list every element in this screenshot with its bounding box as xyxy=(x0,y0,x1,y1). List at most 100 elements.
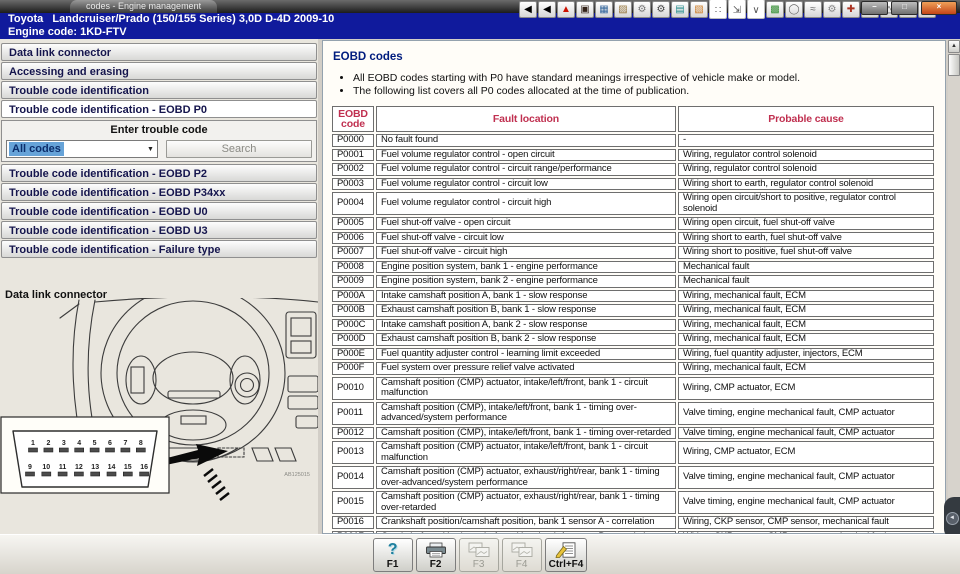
gearbox-icon[interactable]: ⚙ xyxy=(823,1,841,18)
svg-text:14: 14 xyxy=(108,464,116,471)
f3-images-button: F3 xyxy=(459,538,499,572)
table-row: P000BExhaust camshaft position B, bank 1… xyxy=(332,304,934,317)
column-header-cause: Probable cause xyxy=(678,106,934,132)
table-row: P0003Fuel volume regulator control - cir… xyxy=(332,178,934,191)
svg-text:7: 7 xyxy=(123,440,127,447)
table-row: P000DExhaust camshaft position B, bank 2… xyxy=(332,333,934,346)
table-header-row: EOBD code Fault location Probable cause xyxy=(332,106,934,132)
maximize-button[interactable]: □ xyxy=(891,1,918,15)
sidebar-item[interactable]: Trouble code identification - Failure ty… xyxy=(1,240,317,258)
f1-help-button[interactable]: ? F1 xyxy=(373,538,413,572)
expand-icon[interactable]: ⇲ xyxy=(728,0,746,19)
svg-text:3: 3 xyxy=(62,440,66,447)
table-row: P0012Camshaft position (CMP), intake/lef… xyxy=(332,427,934,440)
scrollbar-thumb[interactable] xyxy=(948,54,960,76)
nav-first-icon[interactable]: ◀ xyxy=(519,1,537,18)
chevron-down-icon[interactable]: ∨ xyxy=(747,0,765,19)
vertical-scrollbar[interactable]: ▲ xyxy=(948,40,960,534)
oval-icon[interactable]: ◯ xyxy=(785,1,803,18)
minimize-button[interactable]: – xyxy=(861,1,888,15)
code-dropdown[interactable]: All codes ▼ xyxy=(6,140,158,158)
table-row: P0008Engine position system, bank 1 - en… xyxy=(332,261,934,274)
collapse-arrow-icon: ◄ xyxy=(946,512,959,525)
column-header-fault: Fault location xyxy=(376,106,676,132)
svg-text:15: 15 xyxy=(124,464,132,471)
search-panel-title: Enter trouble code xyxy=(4,124,314,136)
hazard-icon[interactable]: ▲ xyxy=(557,1,575,18)
svg-text:10: 10 xyxy=(42,464,50,471)
f2-print-button[interactable]: F2 xyxy=(416,538,456,572)
table-row: P0004Fuel volume regulator control - cir… xyxy=(332,192,934,215)
svg-text:6: 6 xyxy=(108,440,112,447)
dropdown-arrow-icon[interactable]: ▼ xyxy=(144,146,157,153)
svg-text:2: 2 xyxy=(46,440,50,447)
engine-code: Engine code: 1KD-FTV xyxy=(0,26,960,39)
svg-text:5: 5 xyxy=(93,440,97,447)
sidebar-item[interactable]: Trouble code identification - EOBD P2 xyxy=(1,164,317,182)
table-row: P0001Fuel volume regulator control - ope… xyxy=(332,149,934,162)
svg-text:16: 16 xyxy=(140,464,148,471)
svg-text:9: 9 xyxy=(28,464,32,471)
pictures-icon xyxy=(467,541,491,559)
table-row: P0009Engine position system, bank 2 - en… xyxy=(332,275,934,288)
sidebar-item[interactable]: Accessing and erasing xyxy=(1,62,317,80)
svg-text:8: 8 xyxy=(139,440,143,447)
image-viewer-icon[interactable]: ▣ xyxy=(576,1,594,18)
edit-document-icon xyxy=(555,541,577,559)
ctrl-f4-edit-button[interactable]: Ctrl+F4 xyxy=(545,538,588,572)
page-title: EOBD codes xyxy=(333,51,945,63)
sidebar-item[interactable]: Trouble code identification - EOBD P34xx xyxy=(1,183,317,201)
table-row: P0006Fuel shut-off valve - circuit lowWi… xyxy=(332,232,934,245)
sidebar-item[interactable]: Trouble code identification - EOBD P0 xyxy=(1,100,317,118)
table-row: P000FFuel system over pressure relief va… xyxy=(332,362,934,375)
window-title: codes - Engine management xyxy=(70,0,217,13)
f4-images-button: F4 xyxy=(502,538,542,572)
close-button[interactable]: × xyxy=(921,1,957,15)
search-button[interactable]: Search xyxy=(166,140,312,158)
sidebar-item[interactable]: Trouble code identification - EOBD U3 xyxy=(1,221,317,239)
service-icon[interactable]: ⚙ xyxy=(652,1,670,18)
table-row: P0016Crankshaft position/camshaft positi… xyxy=(332,516,934,529)
gears-icon[interactable]: ⚙ xyxy=(633,1,651,18)
sidebar-item[interactable]: Data link connector xyxy=(1,43,317,61)
trouble-code-search-panel: Enter trouble code All codes ▼ Search xyxy=(1,120,317,162)
harness-icon[interactable]: ≈ xyxy=(804,1,822,18)
table-row: P0015Camshaft position (CMP) actuator, e… xyxy=(332,491,934,514)
pictures-icon xyxy=(510,541,534,559)
help-icon: ? xyxy=(388,541,398,559)
diagram-code: AB125015 xyxy=(284,472,310,478)
notes-list: All EOBD codes starting with P0 have sta… xyxy=(337,72,945,97)
content-panel: EOBD codes All EOBD codes starting with … xyxy=(322,40,946,534)
sidebar-item[interactable]: Trouble code identification xyxy=(1,81,317,99)
engine-icon[interactable]: ▩ xyxy=(766,1,784,18)
svg-text:1: 1 xyxy=(31,440,35,447)
sidebar-item[interactable]: Trouble code identification - EOBD U0 xyxy=(1,202,317,220)
scroll-up-icon[interactable]: ▲ xyxy=(948,40,960,53)
data-link-connector-diagram: 12345678 910111213141516 AB125015 xyxy=(0,298,318,534)
code-dropdown-value: All codes xyxy=(9,142,64,156)
nav-back-icon[interactable]: ◀ xyxy=(538,1,556,18)
picture-icon[interactable]: ▧ xyxy=(690,1,708,18)
table-row: P0005Fuel shut-off valve - open circuitW… xyxy=(332,217,934,230)
table-row: P000CIntake camshaft position A, bank 2 … xyxy=(332,319,934,332)
sidebar: Data link connectorAccessing and erasing… xyxy=(0,39,318,534)
printer-icon xyxy=(425,541,447,559)
grid-icon[interactable]: ∷ xyxy=(709,0,727,19)
technical-data-icon[interactable]: ▦ xyxy=(595,1,613,18)
table-row: P0011Camshaft position (CMP), intake/lef… xyxy=(332,402,934,425)
function-key-bar: ? F1 F2 F3 xyxy=(0,534,960,574)
table-row: P000AIntake camshaft position A, bank 1 … xyxy=(332,290,934,303)
window-controls: – □ × xyxy=(861,1,957,15)
table-row: P0007Fuel shut-off valve - circuit highW… xyxy=(332,246,934,259)
cooling-icon[interactable]: ▤ xyxy=(671,1,689,18)
repair-icon[interactable]: ✚ xyxy=(842,1,860,18)
table-row: P0000No fault found- xyxy=(332,134,934,147)
table-row: P0002Fuel volume regulator control - cir… xyxy=(332,163,934,176)
svg-text:11: 11 xyxy=(59,464,67,471)
panel-slide-handle[interactable]: ◄ xyxy=(944,497,960,539)
components-icon[interactable]: ▨ xyxy=(614,1,632,18)
sidebar-bottom-items: Trouble code identification - EOBD P2Tro… xyxy=(1,164,317,258)
eobd-codes-table: EOBD code Fault location Probable cause … xyxy=(330,104,936,534)
svg-text:4: 4 xyxy=(77,440,81,447)
sidebar-top-items: Data link connectorAccessing and erasing… xyxy=(1,43,317,118)
